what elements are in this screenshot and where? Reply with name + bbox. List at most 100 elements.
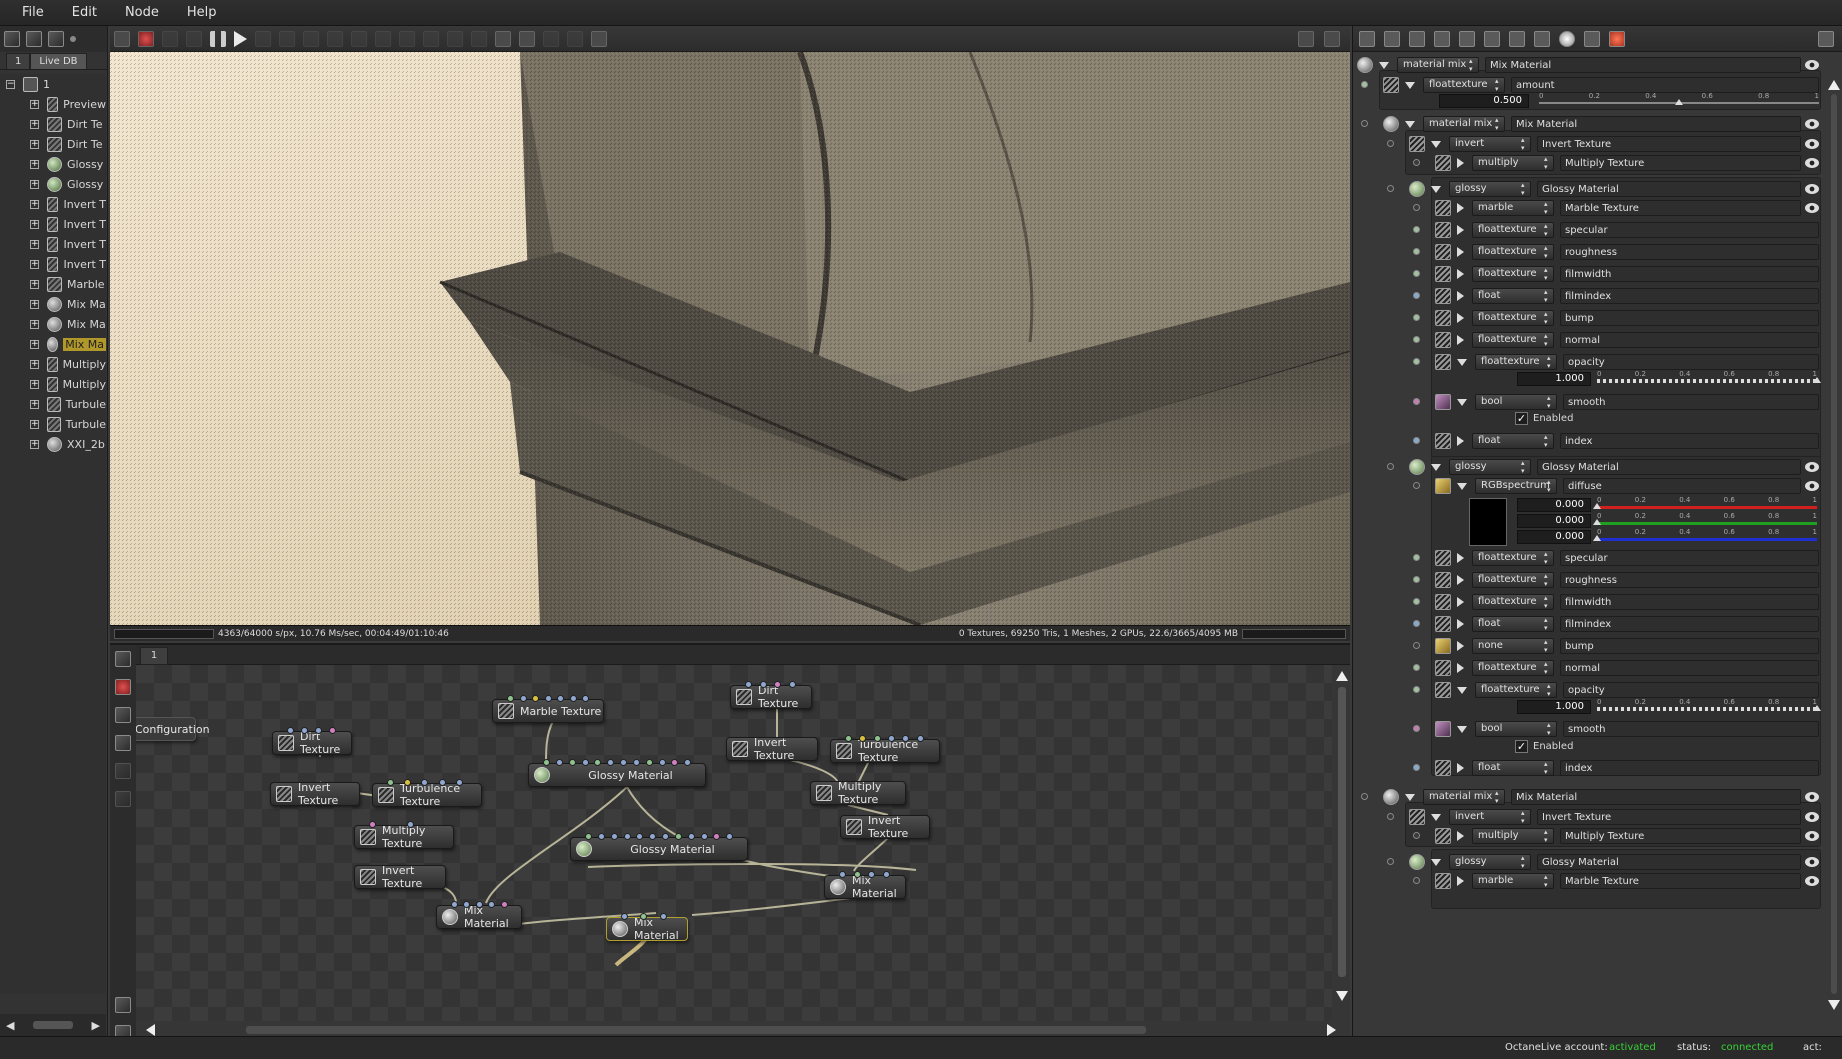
graph-vscroll[interactable] xyxy=(1336,671,1348,1001)
expand-icon[interactable]: + xyxy=(30,219,39,229)
tree-item[interactable]: + Glossy xyxy=(0,174,106,194)
type-dropdown[interactable]: floattexture xyxy=(1472,660,1554,676)
menu-file[interactable]: File xyxy=(8,5,58,20)
type-dropdown[interactable]: float xyxy=(1472,288,1554,304)
type-dropdown[interactable]: floattexture xyxy=(1472,266,1554,282)
wrench-icon[interactable] xyxy=(1298,30,1314,47)
diffuse-swatch[interactable] xyxy=(1469,498,1507,546)
menu-edit[interactable]: Edit xyxy=(58,5,111,20)
inspector-row[interactable]: float index xyxy=(1413,432,1819,450)
tree-item[interactable]: + Invert T xyxy=(0,234,106,254)
graph-node[interactable]: Invert Texture xyxy=(270,781,360,807)
visibility-icon[interactable] xyxy=(1805,158,1819,168)
input-pin[interactable] xyxy=(582,695,590,702)
tree-item[interactable]: + Multiply xyxy=(0,354,106,374)
scroll-left-icon[interactable]: ◀ xyxy=(6,1019,14,1032)
lock-icon[interactable] xyxy=(591,30,607,47)
input-pin[interactable] xyxy=(700,833,708,840)
input-pin[interactable] xyxy=(315,727,322,734)
visibility-icon[interactable] xyxy=(1805,812,1819,822)
menu-help[interactable]: Help xyxy=(173,5,231,20)
expand-icon[interactable] xyxy=(1457,553,1464,563)
input-pin[interactable] xyxy=(329,727,336,734)
graph-node[interactable]: Mix Material xyxy=(824,871,906,900)
inspector-row[interactable]: floattexture roughness xyxy=(1413,571,1819,589)
expand-icon[interactable] xyxy=(1457,831,1464,841)
inspector-scrollbar[interactable] xyxy=(1828,80,1840,1010)
collapse-icon[interactable] xyxy=(1457,686,1467,694)
tree-item[interactable]: + Marble xyxy=(0,274,106,294)
collapse-icon[interactable]: − xyxy=(6,79,15,89)
rewind-icon[interactable] xyxy=(186,30,202,47)
type-dropdown[interactable]: marble xyxy=(1472,873,1554,889)
collapse-icon[interactable] xyxy=(1457,358,1467,366)
input-pin[interactable] xyxy=(500,901,508,908)
tree-item[interactable]: + XXI_2b xyxy=(0,434,106,454)
visibility-icon[interactable] xyxy=(1805,184,1819,194)
tree-root[interactable]: − 1 xyxy=(0,74,106,94)
screenshot-icon[interactable] xyxy=(114,30,130,47)
expand-icon[interactable]: + xyxy=(30,359,39,369)
visibility-icon[interactable] xyxy=(1805,876,1819,886)
inspector-row[interactable]: material mix Mix Material xyxy=(1357,56,1819,74)
collapse-icon[interactable] xyxy=(1379,61,1389,69)
list-icon[interactable] xyxy=(115,651,131,667)
diffuse-b-value[interactable]: 0.000 xyxy=(1517,530,1591,544)
camera-icon[interactable] xyxy=(1459,30,1475,47)
collapse-icon[interactable] xyxy=(1457,398,1467,406)
texture-icon[interactable] xyxy=(1584,30,1600,47)
visibility-icon[interactable] xyxy=(1805,139,1819,149)
refresh-icon[interactable] xyxy=(327,30,343,47)
type-dropdown[interactable]: multiply xyxy=(1472,828,1554,844)
diffuse-b-slider[interactable]: 0 0.2 0.4 0.6 0.8 1 xyxy=(1593,528,1817,542)
input-pin[interactable] xyxy=(687,833,695,840)
opacity-slider[interactable]: 0 0.2 0.4 0.6 0.8 1 xyxy=(1597,370,1821,384)
stop-icon[interactable] xyxy=(115,679,131,695)
visibility-icon[interactable] xyxy=(1805,119,1819,129)
inspector-row[interactable]: multiply Multiply Texture xyxy=(1413,154,1819,172)
input-pin[interactable] xyxy=(369,821,376,828)
inspector-row[interactable]: invert Invert Texture xyxy=(1387,808,1819,826)
visibility-icon[interactable] xyxy=(1805,857,1819,867)
graph-node[interactable]: Multiply Texture xyxy=(810,780,906,806)
type-dropdown[interactable]: float xyxy=(1472,616,1554,632)
graph-node[interactable]: Dirt Texture xyxy=(272,727,352,756)
input-pin[interactable] xyxy=(543,759,550,766)
expand-icon[interactable] xyxy=(1457,158,1464,168)
wrench-icon[interactable] xyxy=(115,997,131,1013)
tab-live-db[interactable]: Live DB xyxy=(30,53,87,69)
input-pin[interactable] xyxy=(662,833,669,840)
input-pin[interactable] xyxy=(475,901,483,908)
input-pin[interactable] xyxy=(507,695,514,702)
graph-node[interactable]: Invert Texture xyxy=(840,814,930,840)
type-dropdown[interactable]: none xyxy=(1472,638,1554,654)
auto-focus-icon[interactable] xyxy=(279,30,295,47)
expand-icon[interactable] xyxy=(1457,663,1464,673)
input-pin[interactable] xyxy=(745,681,752,688)
scroll-left-icon[interactable] xyxy=(146,1024,155,1036)
type-dropdown[interactable]: floattexture xyxy=(1472,222,1554,238)
input-pin[interactable] xyxy=(597,833,605,840)
grid-icon[interactable] xyxy=(423,30,439,47)
type-dropdown[interactable]: multiply xyxy=(1472,155,1554,171)
inspector-row[interactable]: glossy Glossy Material xyxy=(1387,458,1819,476)
graph-node[interactable]: Invert Texture xyxy=(354,864,446,890)
inspector-row[interactable]: RGBspectrum diffuse xyxy=(1413,477,1819,495)
input-pin[interactable] xyxy=(759,681,767,688)
inspector-row[interactable]: bool smooth xyxy=(1413,393,1819,411)
input-pin[interactable] xyxy=(557,695,565,702)
collapse-icon[interactable] xyxy=(1405,120,1415,128)
graph-node[interactable]: Mix Material xyxy=(606,913,688,942)
tree-item[interactable]: + Invert T xyxy=(0,194,106,214)
inspector-row[interactable]: marble Marble Texture xyxy=(1413,872,1819,890)
input-pin[interactable] xyxy=(407,821,414,828)
inspector-row[interactable]: floattexture filmwidth xyxy=(1413,593,1819,611)
diffuse-r-slider[interactable]: 0 0.2 0.4 0.6 0.8 1 xyxy=(1593,496,1817,510)
visibility-icon[interactable] xyxy=(1805,462,1819,472)
type-dropdown[interactable]: bool xyxy=(1475,394,1557,410)
visibility-icon[interactable] xyxy=(1805,481,1819,491)
input-pin[interactable] xyxy=(645,759,653,766)
tree-item[interactable]: + Glossy xyxy=(0,154,106,174)
type-dropdown[interactable]: glossy xyxy=(1449,459,1531,475)
inspector-row[interactable]: floattexture opacity xyxy=(1413,681,1819,699)
